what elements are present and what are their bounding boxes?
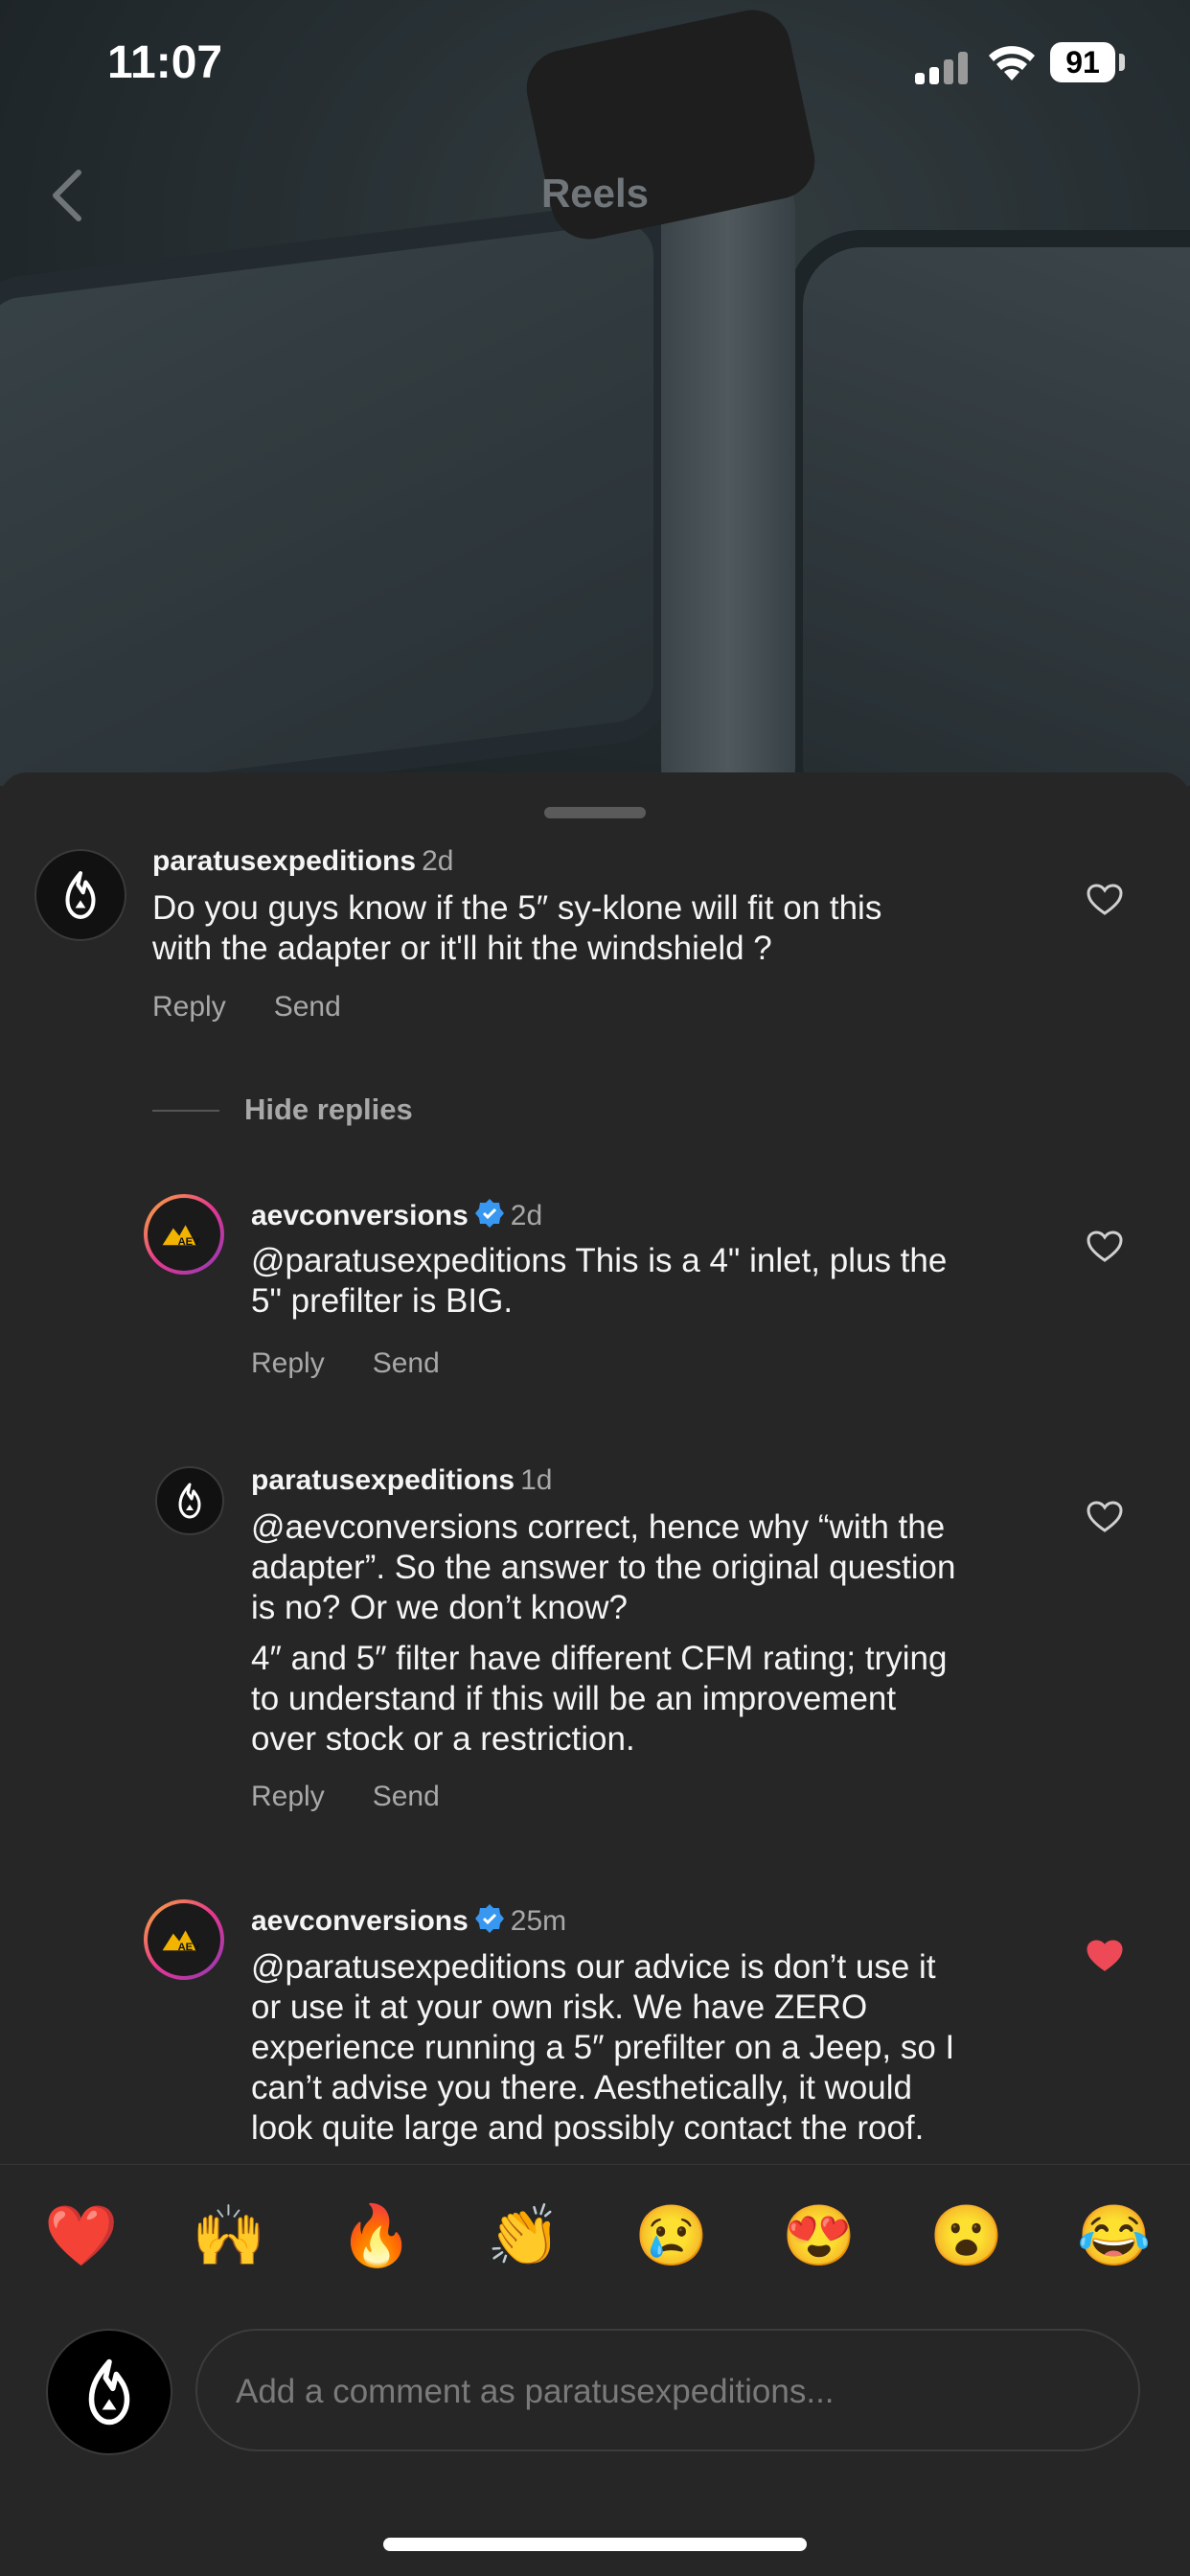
send-button[interactable]: Send: [373, 1347, 440, 1379]
reply-button[interactable]: Reply: [251, 1781, 325, 1812]
comment-username[interactable]: aevconversions 2d: [251, 1198, 542, 1232]
svg-text:AEV: AEV: [178, 1942, 201, 1953]
wifi-icon: [989, 46, 1035, 80]
aev-logo-icon: AEV: [162, 1225, 201, 1248]
home-indicator[interactable]: [383, 2538, 807, 2551]
battery-indicator: 91: [1050, 42, 1115, 82]
emoji-heart-eyes[interactable]: 😍: [782, 2203, 856, 2270]
comment-composer: Add a comment as paratusexpeditions...: [0, 2308, 1190, 2499]
aev-logo-icon: AEV: [162, 1930, 201, 1953]
comment-text: @paratusexpeditions our advice is don’t …: [251, 1948, 955, 2147]
liked-heart-icon[interactable]: [1087, 1940, 1123, 1972]
paratus-logo-icon: [178, 1483, 201, 1519]
emoji-clapping-hands[interactable]: 👏: [487, 2203, 561, 2270]
paratus-logo-icon: [65, 871, 96, 919]
emoji-crying-face[interactable]: 😢: [634, 2203, 708, 2270]
avatar[interactable]: AEV: [144, 1899, 224, 1980]
current-user-avatar: [46, 2329, 172, 2455]
replies-divider: [152, 1110, 219, 1112]
comment-username[interactable]: paratusexpeditions 1d: [251, 1464, 552, 1497]
comment-text: @paratusexpeditions This is a 4" inlet, …: [251, 1242, 948, 1320]
cellular-signal-icon: [915, 52, 969, 84]
sheet-drag-handle[interactable]: [544, 807, 646, 818]
status-time: 11:07: [107, 37, 223, 88]
emoji-red-heart[interactable]: ❤️: [44, 2203, 118, 2270]
comment-timestamp: 1d: [520, 1464, 553, 1496]
comment-timestamp: 25m: [510, 1905, 567, 1937]
battery-tip: [1119, 54, 1125, 71]
quick-emoji-bar: ❤️ 🙌 🔥 👏 😢 😍 😮 😂: [0, 2164, 1190, 2309]
comment-text: @aevconversions correct, hence why “with…: [251, 1508, 956, 1626]
emoji-raised-hands[interactable]: 🙌: [192, 2203, 265, 2270]
comment-username[interactable]: paratusexpeditions 2d: [152, 845, 453, 878]
avatar[interactable]: AEV: [144, 1194, 224, 1275]
send-button[interactable]: Send: [373, 1781, 440, 1812]
emoji-surprised-face[interactable]: 😮: [929, 2203, 1003, 2270]
paratus-logo-icon: [88, 2358, 130, 2426]
avatar[interactable]: [155, 1466, 224, 1535]
emoji-fire[interactable]: 🔥: [339, 2203, 413, 2270]
status-bar: 11:07 91: [0, 0, 1190, 134]
comment-timestamp: 2d: [422, 845, 454, 877]
like-heart-icon[interactable]: [1087, 884, 1123, 916]
emoji-tears-of-joy[interactable]: 😂: [1077, 2203, 1151, 2270]
comment-username[interactable]: aevconversions 25m: [251, 1903, 566, 1938]
comment-text: Do you guys know if the 5″ sy-klone will…: [152, 889, 882, 967]
send-button[interactable]: Send: [274, 991, 341, 1023]
comment-timestamp: 2d: [510, 1200, 543, 1231]
avatar[interactable]: [34, 849, 126, 941]
verified-badge-icon: [474, 1904, 504, 1933]
reply-button[interactable]: Reply: [152, 991, 226, 1023]
like-heart-icon[interactable]: [1087, 1501, 1123, 1533]
page-title: Reels: [540, 171, 650, 216]
svg-text:AEV: AEV: [178, 1236, 201, 1248]
like-heart-icon[interactable]: [1087, 1230, 1123, 1263]
comment-text-paragraph: 4″ and 5″ filter have different CFM rati…: [251, 1640, 948, 1758]
comment-input[interactable]: Add a comment as paratusexpeditions...: [195, 2329, 1140, 2451]
verified-badge-icon: [474, 1199, 504, 1228]
hide-replies-button[interactable]: Hide replies: [244, 1092, 413, 1127]
reply-button[interactable]: Reply: [251, 1347, 325, 1379]
